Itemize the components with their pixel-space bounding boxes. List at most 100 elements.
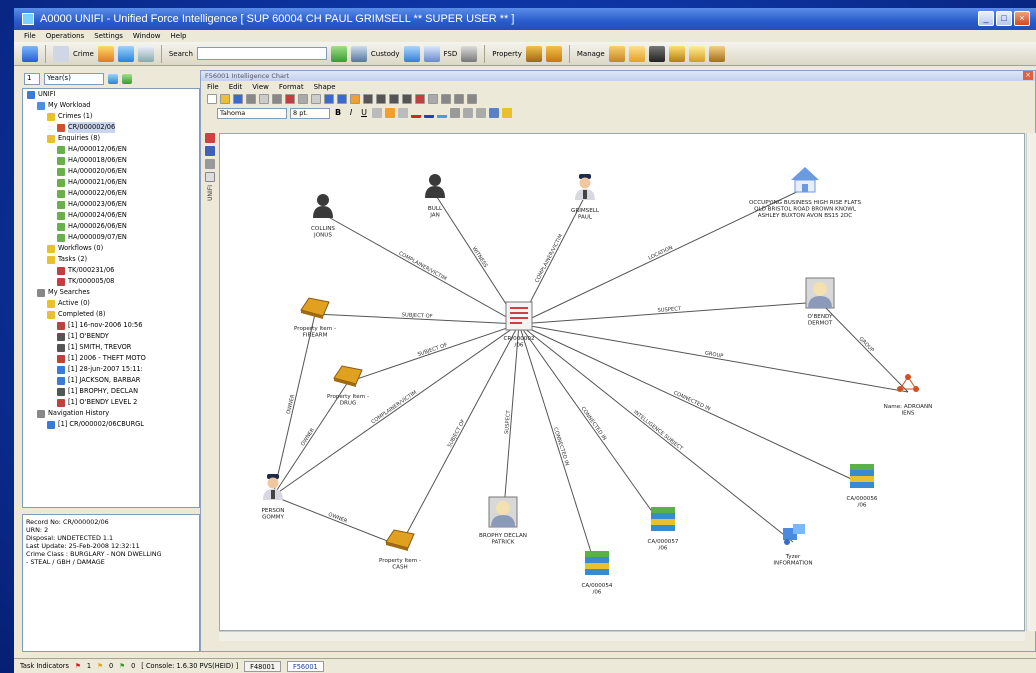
- tree-item[interactable]: HA/000023/06/EN: [23, 199, 199, 210]
- binoculars-icon[interactable]: [205, 146, 215, 156]
- text-icon[interactable]: [376, 94, 386, 104]
- tree-item[interactable]: Tasks (2): [23, 254, 199, 265]
- arrange-icon[interactable]: [476, 108, 486, 118]
- fsd-icon[interactable]: [423, 45, 440, 62]
- case-stack-icon[interactable]: [850, 464, 874, 488]
- manage-warning-icon[interactable]: [688, 45, 705, 62]
- tree-item[interactable]: TK/000231/06: [23, 265, 199, 276]
- underline-icon[interactable]: U: [359, 108, 369, 118]
- tree-item[interactable]: Enquiries (8): [23, 133, 199, 144]
- tree-item[interactable]: [1] O'BENDY LEVEL 2: [23, 397, 199, 408]
- layout-icon[interactable]: [428, 94, 438, 104]
- property-move-icon[interactable]: [545, 45, 562, 62]
- align-icon[interactable]: [441, 94, 451, 104]
- chart-link[interactable]: [518, 323, 909, 393]
- tree-item[interactable]: UNIFI: [23, 89, 199, 100]
- menu-settings[interactable]: Settings: [94, 32, 123, 40]
- chart-menu-edit[interactable]: Edit: [229, 83, 243, 91]
- more-icon[interactable]: [467, 94, 477, 104]
- font-size-select[interactable]: 8 pt.: [290, 107, 330, 119]
- title-bar[interactable]: A0000 UNIFI - Unified Force Intelligence…: [14, 8, 1036, 30]
- anchor-icon[interactable]: [489, 108, 499, 118]
- horizontal-scrollbar[interactable]: [219, 631, 1025, 641]
- fsd-label[interactable]: FSD: [444, 50, 458, 58]
- tree-item[interactable]: Navigation History: [23, 408, 199, 419]
- year-count-input[interactable]: 1: [24, 73, 40, 85]
- chart-menu-file[interactable]: File: [207, 83, 219, 91]
- chart-menu-view[interactable]: View: [252, 83, 269, 91]
- home-icon[interactable]: [22, 45, 38, 62]
- link-icon[interactable]: [415, 94, 425, 104]
- tree-item[interactable]: HA/000009/07/EN: [23, 232, 199, 243]
- person-photo-icon[interactable]: [805, 277, 835, 309]
- pointer-icon[interactable]: [205, 133, 215, 143]
- preview-icon[interactable]: [259, 94, 269, 104]
- case-stack-icon[interactable]: [585, 551, 609, 575]
- tree-item[interactable]: Crimes (1): [23, 111, 199, 122]
- custody-label[interactable]: Custody: [371, 50, 400, 58]
- menu-operations[interactable]: Operations: [46, 32, 84, 40]
- taskbar-tab-f48001[interactable]: F48001: [244, 660, 281, 672]
- report-icon[interactable]: [137, 45, 154, 62]
- font-color-icon[interactable]: [411, 108, 421, 118]
- tree-item[interactable]: HA/000022/06/EN: [23, 188, 199, 199]
- bold-icon[interactable]: B: [333, 108, 343, 118]
- fill-color-icon[interactable]: [437, 108, 447, 118]
- taskbar-tab-f56001[interactable]: F56001: [286, 660, 324, 672]
- tree-item[interactable]: Workflows (0): [23, 243, 199, 254]
- manage-vehicle-icon[interactable]: [648, 45, 665, 62]
- person-icon[interactable]: [425, 174, 445, 198]
- tree-item[interactable]: My Searches: [23, 287, 199, 298]
- police-officer-icon[interactable]: [575, 174, 595, 200]
- tree-item[interactable]: HA/000024/06/EN: [23, 210, 199, 221]
- align-left-icon[interactable]: [372, 108, 382, 118]
- search-go-icon[interactable]: [330, 45, 347, 62]
- open-icon[interactable]: [220, 94, 230, 104]
- italic-icon[interactable]: I: [346, 108, 356, 118]
- manage-list-icon[interactable]: [628, 45, 645, 62]
- tree-item[interactable]: HA/000026/06/EN: [23, 221, 199, 232]
- chart-close-icon[interactable]: ×: [1023, 71, 1033, 80]
- rectangle-icon[interactable]: [402, 94, 412, 104]
- chart-link[interactable]: [272, 313, 316, 497]
- grid-icon[interactable]: [454, 94, 464, 104]
- tools-icon[interactable]: [461, 45, 478, 62]
- calendar-icon[interactable]: [403, 45, 420, 62]
- menu-window[interactable]: Window: [133, 32, 161, 40]
- line-style-icon[interactable]: [450, 108, 460, 118]
- tree-item[interactable]: HA/000018/06/EN: [23, 155, 199, 166]
- chart-link[interactable]: [518, 323, 664, 528]
- chart-link[interactable]: [272, 495, 401, 547]
- refresh-icon[interactable]: [108, 74, 118, 84]
- tree-item[interactable]: [1] O'BENDY: [23, 331, 199, 342]
- maximize-button[interactable]: □: [996, 11, 1012, 26]
- crime-record-icon[interactable]: [505, 301, 533, 331]
- manage-officer-icon[interactable]: [708, 45, 725, 62]
- save-icon[interactable]: [233, 94, 243, 104]
- menu-file[interactable]: File: [24, 32, 36, 40]
- tree-item[interactable]: [1] JACKSON, BARBAR: [23, 375, 199, 386]
- redo-icon[interactable]: [337, 94, 347, 104]
- font-select[interactable]: Tahoma: [217, 107, 287, 119]
- person-photo-icon[interactable]: [488, 496, 518, 528]
- tree-item[interactable]: [1] 28-jun-2007 15:11:: [23, 364, 199, 375]
- tree-item[interactable]: [1] CR/000002/06CBURGL: [23, 419, 199, 430]
- property-icon[interactable]: [385, 529, 415, 551]
- line-icon[interactable]: [363, 94, 373, 104]
- tree-item[interactable]: [1] 16-nov-2006 10:56: [23, 320, 199, 331]
- menu-help[interactable]: Help: [171, 32, 187, 40]
- form-icon[interactable]: [117, 45, 134, 62]
- workload-tree[interactable]: UNIFI My Workload Crimes (1) CR/000002/06 En…: [22, 88, 200, 508]
- select-icon[interactable]: [350, 94, 360, 104]
- page-icon[interactable]: [205, 172, 215, 182]
- delete-icon[interactable]: [311, 94, 321, 104]
- search-input[interactable]: [196, 47, 327, 60]
- crime-icon[interactable]: [53, 45, 69, 62]
- zoom-icon[interactable]: [389, 94, 399, 104]
- tree-item[interactable]: Active (0): [23, 298, 199, 309]
- filter-icon[interactable]: [122, 74, 132, 84]
- tree-item[interactable]: [1] SMITH, TREVOR: [23, 342, 199, 353]
- align-right-icon[interactable]: [398, 108, 408, 118]
- vertical-scrollbar[interactable]: [1026, 133, 1036, 631]
- chart-link[interactable]: [347, 323, 520, 383]
